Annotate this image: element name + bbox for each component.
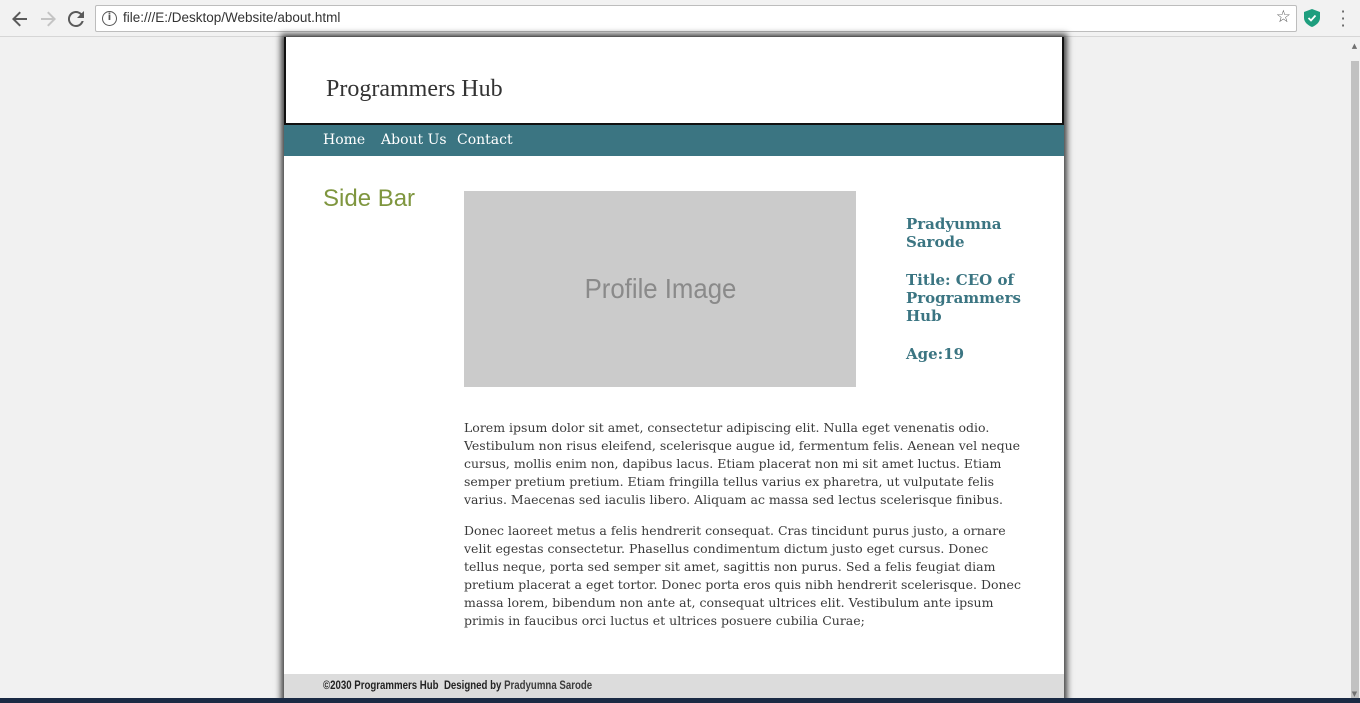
reload-button[interactable] <box>65 8 87 30</box>
profile-title: Title: CEO of Programmers Hub <box>906 271 1021 325</box>
arrow-right-icon <box>41 11 56 27</box>
profile-name: Pradyumna Sarode <box>906 215 1002 251</box>
kebab-menu-icon[interactable]: · · · <box>1336 4 1350 34</box>
scroll-up-icon[interactable]: ▲ <box>1350 42 1359 50</box>
info-icon[interactable]: i <box>102 11 117 26</box>
arrow-left-icon <box>12 11 27 27</box>
profile-info: Pradyumna Sarode Title: CEO of Programme… <box>906 215 1036 383</box>
footer-text: ©2030 Programmers Hub Designed by Pradyu… <box>323 680 592 692</box>
url-text[interactable]: file:///E:/Desktop/Website/about.html <box>123 10 340 25</box>
profile-image: Profile Image <box>464 191 856 387</box>
profile-age: Age:19 <box>906 345 965 363</box>
footer-author-link[interactable]: Pradyumna Sarode <box>504 680 592 692</box>
forward-button[interactable] <box>37 8 59 30</box>
nav-link-home[interactable]: Home <box>323 132 365 148</box>
footer-copyright: ©2030 Programmers Hub <box>323 680 439 692</box>
shield-icon[interactable] <box>1304 9 1320 27</box>
nav-link-contact[interactable]: Contact <box>457 132 513 148</box>
browser-toolbar: i file:///E:/Desktop/Website/about.html … <box>0 0 1360 37</box>
scrollbar-thumb[interactable] <box>1351 61 1359 703</box>
nav-bar: Home About Us Contact <box>284 125 1064 156</box>
main-content: Lorem ipsum dolor sit amet, consectetur … <box>464 419 1026 643</box>
reload-icon <box>68 11 84 27</box>
site-header: Programmers Hub <box>284 37 1064 125</box>
taskbar <box>0 698 1360 703</box>
page-container: Programmers Hub Home About Us Contact Si… <box>284 37 1064 703</box>
scroll-down-icon[interactable]: ▼ <box>1350 690 1359 698</box>
back-button[interactable] <box>9 8 31 30</box>
footer-designed-by: Designed by <box>443 680 502 692</box>
profile-image-label: Profile Image <box>584 273 736 304</box>
content-paragraph-2: Donec laoreet metus a felis hendrerit co… <box>464 523 1021 628</box>
address-bar[interactable]: i file:///E:/Desktop/Website/about.html … <box>95 5 1297 32</box>
star-icon[interactable]: ☆ <box>1276 7 1291 27</box>
sidebar-title: Side Bar <box>323 185 416 212</box>
scrollbar[interactable]: ▲ ▼ <box>1349 37 1360 703</box>
site-title: Programmers Hub <box>326 76 503 102</box>
nav-link-about[interactable]: About Us <box>381 132 447 148</box>
content-paragraph-1: Lorem ipsum dolor sit amet, consectetur … <box>464 420 1021 507</box>
